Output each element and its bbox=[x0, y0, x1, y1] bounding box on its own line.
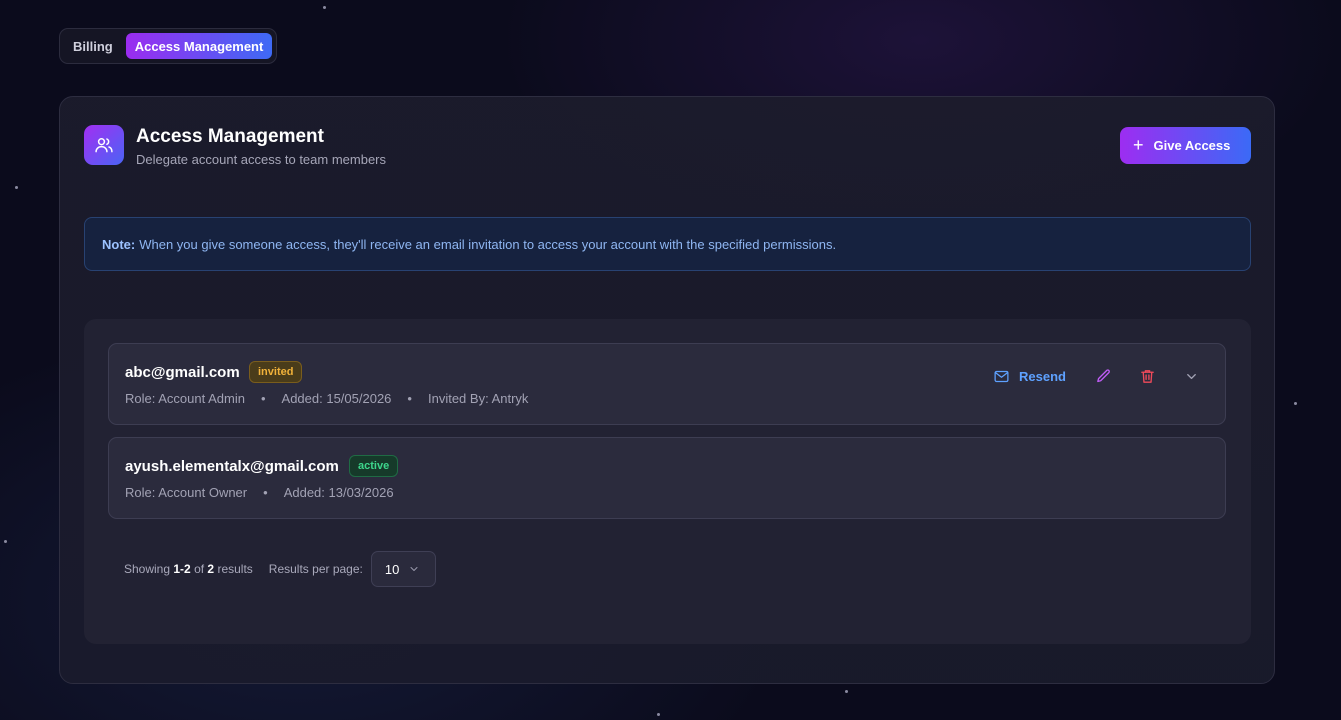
note-label: Note: bbox=[102, 236, 136, 252]
give-access-label: Give Access bbox=[1153, 138, 1231, 153]
results-label: results bbox=[217, 562, 253, 576]
mail-icon bbox=[994, 370, 1009, 382]
showing-prefix: Showing bbox=[124, 562, 171, 576]
info-note: Note: When you give someone access, they… bbox=[84, 217, 1251, 271]
member-meta: Role: Account Owner • Added: 13/03/2026 bbox=[125, 485, 394, 500]
chevron-down-icon bbox=[410, 567, 418, 571]
background-star bbox=[845, 690, 848, 693]
results-per-page-value: 10 bbox=[384, 561, 400, 577]
edit-button[interactable] bbox=[1093, 366, 1113, 386]
member-role: Role: Account Owner bbox=[125, 485, 248, 500]
member-role: Role: Account Admin bbox=[125, 391, 245, 406]
member-email: ayush.elementalx@gmail.com bbox=[125, 458, 339, 475]
status-badge: invited bbox=[249, 361, 303, 383]
trash-icon bbox=[1140, 369, 1154, 383]
page-title: Access Management bbox=[136, 126, 324, 147]
results-per-page-label: Results per page: bbox=[268, 562, 363, 576]
delete-button[interactable] bbox=[1137, 366, 1157, 386]
page-subtitle: Delegate account access to team members bbox=[136, 152, 387, 167]
pagination: Showing 1-2 of 2 results Results per pag… bbox=[124, 551, 436, 587]
tab-access-management[interactable]: Access Management bbox=[125, 33, 273, 59]
separator-dot: • bbox=[260, 391, 266, 406]
tab-billing[interactable]: Billing bbox=[64, 33, 122, 59]
total-count: 2 bbox=[207, 562, 215, 576]
separator-dot: • bbox=[407, 391, 412, 406]
note-text: When you give someone access, they'll re… bbox=[139, 236, 837, 252]
member-email: abc@gmail.com bbox=[125, 364, 240, 381]
background-star bbox=[15, 186, 18, 189]
settings-tabs: Billing Access Management bbox=[59, 28, 278, 64]
background-star bbox=[1294, 402, 1297, 405]
members-list: abc@gmail.com invited Role: Account Admi… bbox=[84, 319, 1251, 644]
access-management-panel: Access Management Delegate account acces… bbox=[59, 96, 1275, 684]
showing-range: 1-2 bbox=[173, 562, 191, 576]
users-icon bbox=[84, 125, 124, 165]
plus-icon: + bbox=[1133, 135, 1144, 155]
member-row[interactable]: ayush.elementalx@gmail.com active Role: … bbox=[108, 437, 1226, 519]
member-meta: Role: Account Admin • Added: 15/05/2026 … bbox=[125, 391, 528, 406]
row-actions: Resend bbox=[993, 366, 1201, 386]
status-badge: active bbox=[349, 455, 399, 477]
member-invited-by: Invited By: Antryk bbox=[427, 391, 529, 406]
separator-dot: • bbox=[263, 485, 268, 500]
background-star bbox=[657, 713, 660, 716]
resend-button[interactable]: Resend bbox=[993, 368, 1066, 385]
of-label: of bbox=[194, 562, 205, 576]
member-added: Added: 15/05/2026 bbox=[281, 391, 392, 406]
chevron-down-icon bbox=[1186, 373, 1196, 379]
background-star bbox=[323, 6, 326, 9]
results-per-page-select[interactable]: 10 bbox=[370, 551, 436, 587]
pencil-icon bbox=[1096, 368, 1110, 382]
resend-label: Resend bbox=[1019, 368, 1066, 384]
background-star bbox=[4, 540, 7, 543]
give-access-button[interactable]: + Give Access bbox=[1120, 127, 1251, 164]
member-row[interactable]: abc@gmail.com invited Role: Account Admi… bbox=[108, 343, 1226, 425]
expand-button[interactable] bbox=[1181, 366, 1201, 386]
member-added: Added: 13/03/2026 bbox=[283, 485, 394, 500]
